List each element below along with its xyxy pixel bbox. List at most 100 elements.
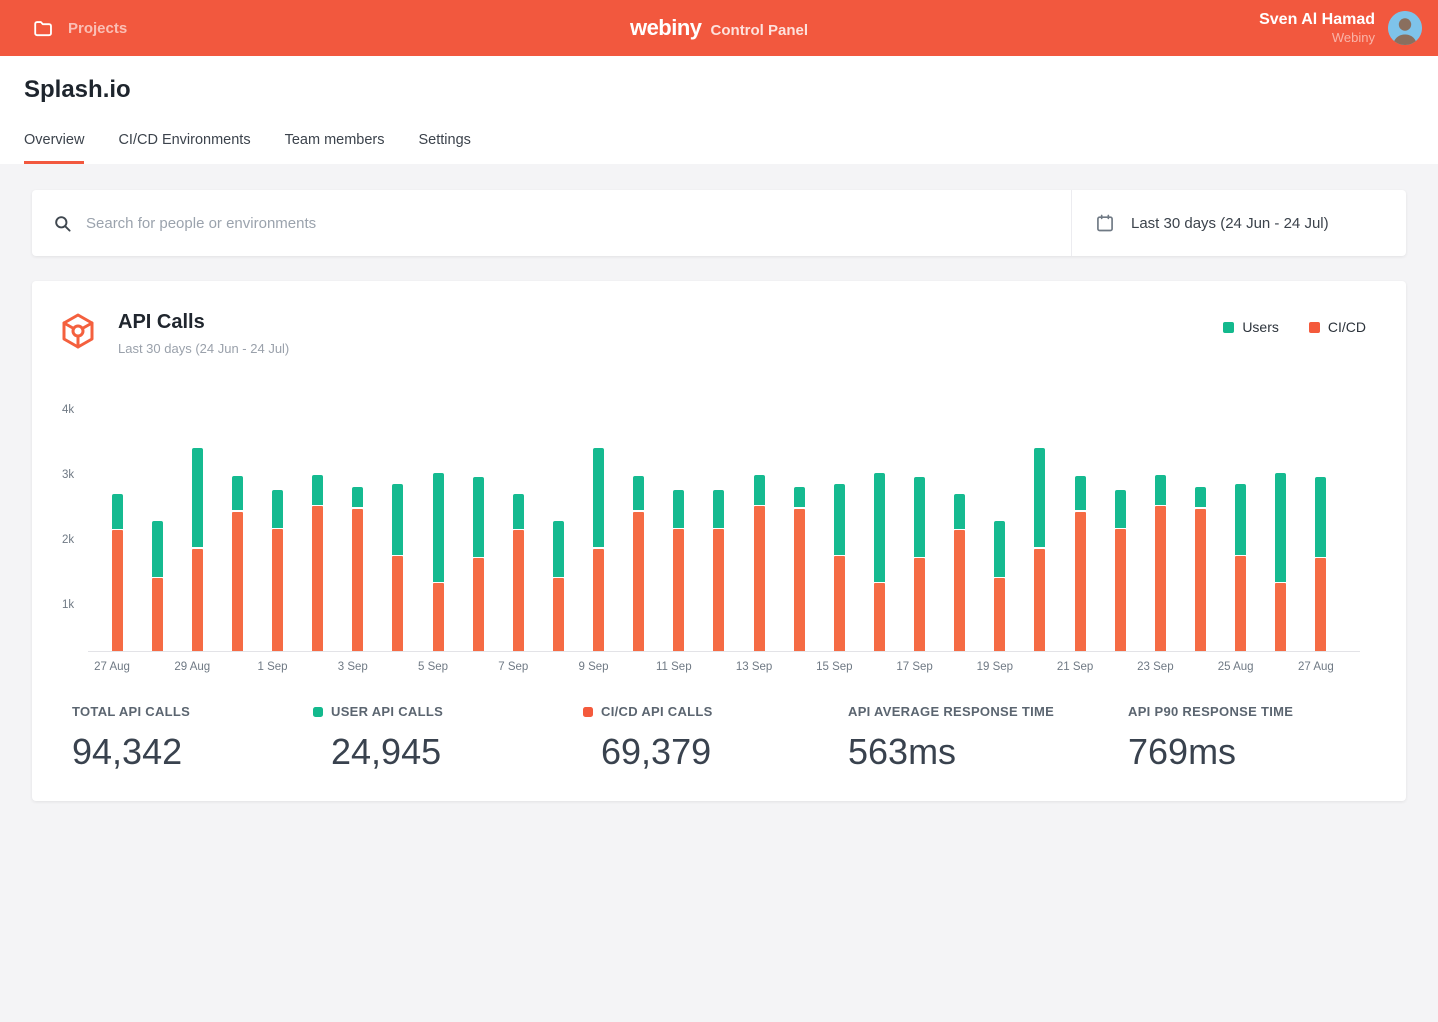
search-toolbar: Last 30 days (24 Jun - 24 Jul)	[32, 190, 1406, 256]
stacked-bar	[673, 490, 684, 651]
stat-total-api-calls: TOTAL API CALLS 94,342	[72, 704, 313, 773]
projects-nav[interactable]: Projects	[32, 17, 127, 39]
chart-plot-area: 1k2k3k4k	[88, 392, 1360, 652]
legend-cicd-swatch	[1309, 322, 1320, 333]
bar-segment-users	[1115, 490, 1126, 528]
bar-segment-cicd	[874, 583, 885, 651]
stat-value: 69,379	[601, 731, 848, 773]
bar-segment-users	[112, 494, 123, 529]
chart-title: API Calls	[118, 311, 289, 334]
bar-segment-cicd	[1195, 509, 1206, 651]
date-range-label: Last 30 days (24 Jun - 24 Jul)	[1131, 215, 1329, 232]
app-header: Projects webiny Control Panel Sven Al Ha…	[0, 0, 1438, 56]
user-menu[interactable]: Sven Al Hamad Webiny	[1259, 10, 1422, 46]
tab-settings[interactable]: Settings	[419, 132, 471, 164]
projects-label: Projects	[68, 20, 127, 37]
bar-segment-users	[152, 521, 163, 576]
x-axis-tick: 17 Sep	[896, 661, 932, 673]
user-name: Sven Al Hamad	[1259, 10, 1375, 30]
stacked-bar	[1075, 476, 1086, 651]
stat-user-api-calls: USER API CALLS 24,945	[313, 704, 583, 773]
bar-segment-cicd	[794, 509, 805, 651]
bar-segment-cicd	[352, 509, 363, 651]
x-axis-tick: 25 Aug	[1218, 661, 1254, 673]
y-axis-tick: 3k	[62, 468, 86, 482]
bar-segment-cicd	[954, 530, 965, 651]
bar-segment-users	[994, 521, 1005, 576]
search-input[interactable]	[86, 215, 1050, 232]
user-avatar[interactable]	[1388, 11, 1422, 45]
tab-overview[interactable]: Overview	[24, 132, 84, 164]
bar-segment-cicd	[673, 529, 684, 651]
stacked-bar	[192, 448, 203, 651]
chart-legend: Users CI/CD	[1223, 319, 1366, 335]
bar-segment-cicd	[994, 578, 1005, 651]
x-axis-tick: 19 Sep	[977, 661, 1013, 673]
bar-segment-users	[312, 475, 323, 504]
bar-segment-users	[794, 487, 805, 507]
stacked-bar	[553, 521, 564, 651]
webiny-logo-text: webiny	[630, 15, 702, 41]
stacked-bar	[392, 484, 403, 651]
stat-value: 94,342	[72, 731, 313, 773]
stacked-bar	[994, 521, 1005, 651]
bar-segment-users	[633, 476, 644, 510]
search-area	[32, 190, 1071, 256]
bar-segment-users	[1195, 487, 1206, 507]
x-axis-tick: 15 Sep	[816, 661, 852, 673]
stacked-bar	[1235, 484, 1246, 651]
stat-label: USER API CALLS	[313, 704, 583, 719]
user-org: Webiny	[1259, 30, 1375, 46]
bar-segment-users	[1034, 448, 1045, 547]
x-axis-tick: 27 Aug	[94, 661, 130, 673]
bar-segment-users	[834, 484, 845, 554]
bar-segment-users	[593, 448, 604, 547]
y-axis-tick: 4k	[62, 403, 86, 417]
bar-segment-cicd	[1115, 529, 1126, 651]
stacked-bar	[152, 521, 163, 651]
page-title: Splash.io	[24, 56, 1414, 104]
stacked-bar	[914, 477, 925, 651]
app-logo: webiny Control Panel	[630, 15, 808, 41]
stacked-bar	[352, 487, 363, 651]
users-dot-icon	[313, 707, 323, 717]
stacked-bar	[794, 487, 805, 651]
chart-subtitle: Last 30 days (24 Jun - 24 Jul)	[118, 341, 289, 356]
bar-segment-cicd	[1275, 583, 1286, 651]
search-icon	[53, 214, 72, 233]
bar-segment-users	[272, 490, 283, 528]
stacked-bar	[1275, 473, 1286, 651]
date-range-picker[interactable]: Last 30 days (24 Jun - 24 Jul)	[1072, 190, 1406, 256]
api-calls-icon	[58, 311, 98, 351]
legend-users-swatch	[1223, 322, 1234, 333]
stacked-bar	[433, 473, 444, 651]
projects-folder-icon	[32, 17, 54, 39]
stacked-bar	[473, 477, 484, 651]
calendar-icon	[1095, 213, 1115, 233]
stat-label: CI/CD API CALLS	[583, 704, 848, 719]
legend-users: Users	[1223, 319, 1279, 335]
bar-segment-users	[553, 521, 564, 576]
y-axis-tick: 2k	[62, 533, 86, 547]
x-axis-tick: 13 Sep	[736, 661, 772, 673]
page-head: Splash.io Overview CI/CD Environments Te…	[0, 56, 1438, 164]
stacked-bar	[112, 494, 123, 652]
bar-segment-cicd	[232, 512, 243, 651]
card-header: API Calls Last 30 days (24 Jun - 24 Jul)…	[32, 281, 1406, 356]
stacked-bar	[713, 490, 724, 651]
bar-segment-users	[673, 490, 684, 528]
stacked-bar	[633, 476, 644, 651]
bar-segment-cicd	[272, 529, 283, 651]
legend-users-label: Users	[1242, 319, 1279, 335]
stacked-bar	[513, 494, 524, 652]
bar-segment-users	[513, 494, 524, 529]
bar-segment-cicd	[1034, 549, 1045, 651]
tab-team-members[interactable]: Team members	[285, 132, 385, 164]
x-axis-tick: 1 Sep	[257, 661, 287, 673]
bar-segment-users	[1235, 484, 1246, 554]
bar-segment-users	[1275, 473, 1286, 582]
bar-segment-cicd	[433, 583, 444, 651]
tab-cicd-environments[interactable]: CI/CD Environments	[118, 132, 250, 164]
stat-value: 24,945	[331, 731, 583, 773]
stacked-bar	[1034, 448, 1045, 651]
